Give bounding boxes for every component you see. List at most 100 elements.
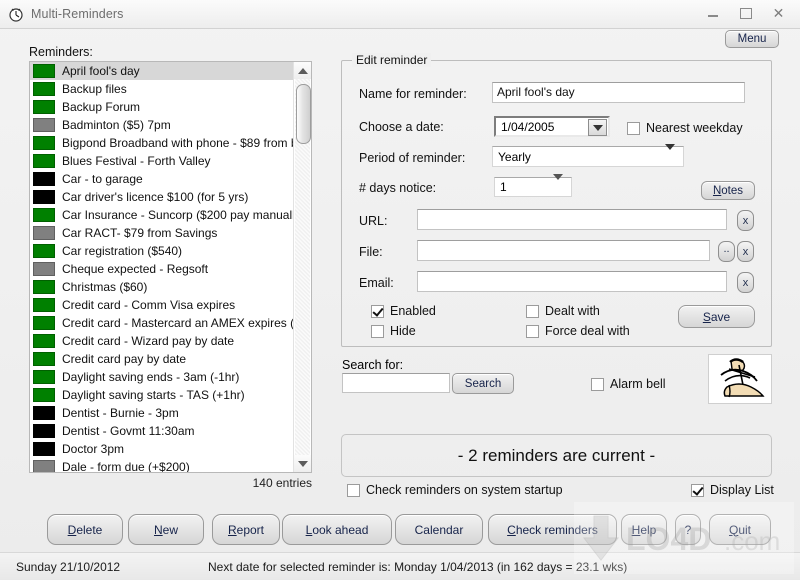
- reminder-color-swatch: [33, 154, 55, 168]
- file-browse-button[interactable]: ..: [718, 241, 735, 262]
- days-notice-combobox[interactable]: 1: [494, 174, 572, 197]
- list-scrollbar[interactable]: [293, 62, 311, 472]
- list-item[interactable]: Dentist - Govmt 11:30am: [30, 422, 294, 440]
- maximize-button[interactable]: [730, 2, 761, 24]
- search-button[interactable]: Search: [452, 373, 514, 394]
- days-notice-value: 1: [500, 180, 507, 194]
- entries-count: 140 entries: [252, 476, 312, 490]
- email-field[interactable]: [417, 271, 727, 292]
- reminder-color-swatch: [33, 262, 55, 276]
- list-item[interactable]: Daylight saving ends - 3am (-1hr): [30, 368, 294, 386]
- reminder-color-swatch: [33, 208, 55, 222]
- period-combobox[interactable]: Yearly: [492, 143, 684, 167]
- close-button[interactable]: ✕: [763, 2, 794, 24]
- list-item-label: Credit card - Comm Visa expires: [62, 298, 236, 312]
- button-quit[interactable]: Quit: [709, 514, 771, 545]
- hide-checkbox[interactable]: Hide: [371, 324, 416, 338]
- button-[interactable]: ?: [675, 514, 701, 545]
- days-notice-chevron-down-icon[interactable]: [553, 174, 563, 194]
- list-item[interactable]: Dale - form due (+$200): [30, 458, 294, 472]
- display-list-checkbox[interactable]: Display List: [691, 483, 774, 497]
- button-look-ahead[interactable]: Look ahead: [282, 514, 392, 545]
- list-item[interactable]: Blues Festival - Forth Valley: [30, 152, 294, 170]
- date-combobox[interactable]: 1/04/2005: [494, 116, 610, 137]
- list-item[interactable]: Dentist - Burnie - 3pm: [30, 404, 294, 422]
- email-clear-button[interactable]: x: [737, 272, 754, 293]
- list-item-label: Car driver's licence $100 (for 5 yrs): [62, 190, 249, 204]
- list-item[interactable]: Badminton ($5) 7pm: [30, 116, 294, 134]
- status-bar-next-date: Next date for selected reminder is: Mond…: [208, 560, 628, 574]
- button-label: Look ahead: [305, 522, 369, 537]
- window-controls: ✕: [697, 2, 794, 24]
- date-dropdown-chevron-down-icon[interactable]: [588, 119, 607, 136]
- reminder-color-swatch: [33, 226, 55, 240]
- name-label: Name for reminder:: [359, 87, 467, 101]
- date-value: 1/04/2005: [501, 119, 555, 134]
- dealt-with-checkbox[interactable]: Dealt with: [526, 304, 600, 318]
- reminders-list-rows: April fool's day Backup files Backup Forum…: [30, 62, 294, 472]
- hide-box: [371, 324, 384, 338]
- check-startup-checkbox[interactable]: Check reminders on system startup: [347, 483, 563, 497]
- force-deal-with-checkbox[interactable]: Force deal with: [526, 324, 630, 338]
- list-item[interactable]: Bigpond Broadband with phone - $89 from …: [30, 134, 294, 152]
- file-clear-label: x: [742, 245, 749, 258]
- button-delete[interactable]: Delete: [47, 514, 123, 545]
- alarm-bell-box: [591, 377, 604, 391]
- list-item[interactable]: Car - to garage: [30, 170, 294, 188]
- reminder-color-swatch: [33, 388, 55, 402]
- list-item[interactable]: Christmas ($60): [30, 278, 294, 296]
- list-item[interactable]: Car registration ($540): [30, 242, 294, 260]
- button-new[interactable]: New: [128, 514, 204, 545]
- list-item[interactable]: April fool's day: [30, 62, 294, 80]
- nearest-weekday-label: Nearest weekday: [646, 121, 743, 135]
- url-clear-button[interactable]: x: [737, 210, 754, 231]
- scroll-down-arrow-icon[interactable]: [294, 455, 311, 472]
- list-item[interactable]: Car driver's licence $100 (for 5 yrs): [30, 188, 294, 206]
- list-item[interactable]: Car Insurance - Suncorp ($200 pay manual…: [30, 206, 294, 224]
- button-label: Delete: [67, 522, 103, 537]
- list-item[interactable]: Backup files: [30, 80, 294, 98]
- reminders-list[interactable]: April fool's day Backup files Backup Forum…: [29, 61, 312, 473]
- scrollbar-thumb[interactable]: [296, 84, 311, 144]
- period-dropdown-chevron-down-icon[interactable]: [665, 143, 675, 164]
- search-input[interactable]: [342, 373, 450, 393]
- button-label: Calendar: [414, 522, 464, 537]
- nearest-weekday-checkbox[interactable]: Nearest weekday: [627, 121, 743, 135]
- file-clear-button[interactable]: x: [737, 241, 754, 262]
- button-report[interactable]: Report: [212, 514, 280, 545]
- list-item[interactable]: Doctor 3pm: [30, 440, 294, 458]
- button-help[interactable]: Help: [621, 514, 667, 545]
- list-item[interactable]: Credit card - Mastercard an AMEX expires…: [30, 314, 294, 332]
- reminder-color-swatch: [33, 298, 55, 312]
- minimize-button[interactable]: [697, 2, 728, 24]
- list-item[interactable]: Credit card - Comm Visa expires: [30, 296, 294, 314]
- url-field[interactable]: [417, 209, 727, 230]
- enabled-checkbox[interactable]: Enabled: [371, 304, 436, 318]
- reminder-color-swatch: [33, 172, 55, 186]
- name-field[interactable]: April fool's day: [492, 82, 745, 103]
- button-check-reminders[interactable]: Check reminders: [488, 514, 617, 545]
- alarm-bell-checkbox[interactable]: Alarm bell: [591, 377, 666, 391]
- list-item[interactable]: Backup Forum: [30, 98, 294, 116]
- button-calendar[interactable]: Calendar: [395, 514, 483, 545]
- scroll-up-arrow-icon[interactable]: [294, 62, 311, 79]
- save-button[interactable]: Save: [678, 305, 755, 328]
- button-label: Check reminders: [507, 522, 598, 537]
- list-item[interactable]: Car RACT- $79 from Savings: [30, 224, 294, 242]
- save-button-label: Save: [702, 309, 731, 324]
- button-label: New: [153, 522, 178, 537]
- list-item[interactable]: Credit card pay by date: [30, 350, 294, 368]
- reminder-color-swatch: [33, 370, 55, 384]
- list-item[interactable]: Cheque expected - Regsoft: [30, 260, 294, 278]
- list-item-label: Credit card - Mastercard an AMEX expires…: [62, 316, 294, 330]
- list-item[interactable]: Daylight saving starts - TAS (+1hr): [30, 386, 294, 404]
- file-field[interactable]: [417, 240, 710, 261]
- list-item-label: Daylight saving starts - TAS (+1hr): [62, 388, 245, 402]
- notes-button[interactable]: Notes: [701, 181, 755, 200]
- reminder-color-swatch: [33, 82, 55, 96]
- search-button-label: Search: [464, 377, 502, 390]
- list-item[interactable]: Credit card - Wizard pay by date: [30, 332, 294, 350]
- menu-button[interactable]: Menu: [725, 30, 779, 48]
- dealt-with-label: Dealt with: [545, 304, 600, 318]
- button-label: Quit: [728, 522, 752, 537]
